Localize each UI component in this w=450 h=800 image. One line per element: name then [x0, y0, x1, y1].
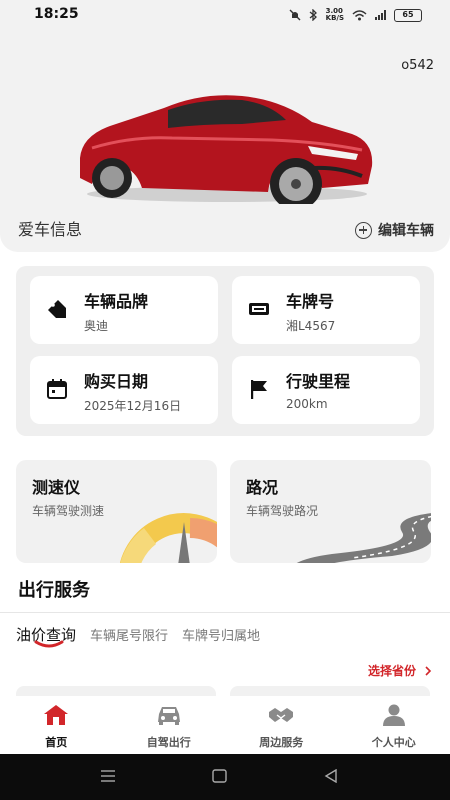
flag-icon — [251, 380, 267, 399]
network-speed: 3.00 KB/S — [326, 8, 344, 22]
tag-icon — [48, 300, 66, 318]
status-icons: 3.00 KB/S 65 — [289, 8, 422, 22]
chevron-right-icon — [425, 665, 432, 676]
brand-card[interactable]: 车辆品牌 奥迪 — [30, 276, 218, 344]
edit-vehicle-label: 编辑车辆 — [378, 223, 434, 239]
mute-icon — [289, 9, 301, 21]
brand-value: 奥迪 — [84, 319, 109, 333]
handshake-icon — [269, 708, 294, 722]
choose-province-button[interactable]: 选择省份 — [368, 662, 432, 679]
menu-icon[interactable] — [100, 769, 116, 783]
system-nav-bar — [0, 754, 450, 800]
status-bar: 18:25 3.00 KB/S 65 — [0, 0, 450, 30]
car-id: o542 — [401, 58, 434, 73]
edit-vehicle-button[interactable]: 编辑车辆 — [355, 220, 434, 240]
car-hero: o542 爱车信息 编辑车辆 — [0, 30, 450, 252]
nav-item-self-drive[interactable]: 自驾出行 — [113, 696, 226, 754]
nav-label-profile: 个人中心 — [371, 736, 416, 749]
nav-label-self-drive: 自驾出行 — [146, 736, 191, 749]
car-info-title: 爱车信息 — [18, 220, 83, 239]
speedometer-subtitle: 车辆驾驶测速 — [32, 504, 105, 518]
status-time: 18:25 — [34, 6, 79, 22]
plate-card[interactable]: 车牌号 湘L4567 — [232, 276, 420, 344]
nav-label-home: 首页 — [45, 736, 68, 749]
home-icon — [44, 705, 69, 725]
speedometer-title: 测速仪 — [32, 478, 81, 497]
nav-label-nearby: 周边服务 — [259, 736, 304, 749]
purchase-date-card[interactable]: 购买日期 2025年12月16日 — [30, 356, 218, 424]
nav-item-home[interactable]: 首页 — [0, 696, 113, 754]
section-title-services: 出行服务 — [18, 580, 90, 601]
bottom-nav: 首页 自驾出行 周边服务 个人中心 — [0, 696, 450, 754]
person-icon — [382, 704, 405, 726]
plate-value: 湘L4567 — [286, 319, 336, 333]
road-condition-card[interactable]: 路况 车辆驾驶路况 — [230, 460, 431, 563]
wifi-icon — [352, 9, 367, 20]
vehicle-info-panel: 车辆品牌 奥迪 车牌号 湘L4567 购买日期 2025年12月16日 行驶里程… — [16, 266, 434, 436]
license-plate-icon — [249, 303, 269, 315]
home-square-icon[interactable] — [212, 769, 227, 783]
purchase-date-label: 购买日期 — [84, 372, 149, 391]
calendar-icon — [47, 379, 67, 399]
back-icon[interactable] — [324, 769, 338, 783]
choose-province-label: 选择省份 — [367, 664, 416, 678]
divider — [0, 612, 450, 613]
mileage-value: 200km — [286, 397, 328, 411]
nav-item-nearby[interactable]: 周边服务 — [225, 696, 338, 754]
speedometer-card[interactable]: 测速仪 车辆驾驶测速 — [16, 460, 217, 563]
speed-unit: KB/S — [325, 14, 344, 22]
plus-circle-icon — [355, 221, 372, 239]
purchase-date-value: 2025年12月16日 — [84, 399, 182, 413]
nav-item-profile[interactable]: 个人中心 — [338, 696, 450, 754]
road-icon — [296, 513, 431, 563]
car-icon — [157, 707, 180, 725]
tab-plate-origin[interactable]: 车牌号归属地 — [182, 625, 260, 644]
speedometer-gauge-icon — [120, 513, 217, 563]
signal-icon — [375, 10, 386, 20]
tab-plate-restriction[interactable]: 车辆尾号限行 — [90, 625, 168, 644]
mileage-label: 行驶里程 — [286, 372, 351, 391]
mileage-card[interactable]: 行驶里程 200km — [232, 356, 420, 424]
brand-label: 车辆品牌 — [84, 292, 149, 311]
car-image — [80, 95, 373, 204]
battery-icon: 65 — [394, 8, 422, 22]
plate-label: 车牌号 — [286, 292, 335, 311]
road-condition-title: 路况 — [246, 478, 279, 497]
bluetooth-icon — [309, 9, 317, 21]
active-tab-indicator — [34, 640, 64, 648]
